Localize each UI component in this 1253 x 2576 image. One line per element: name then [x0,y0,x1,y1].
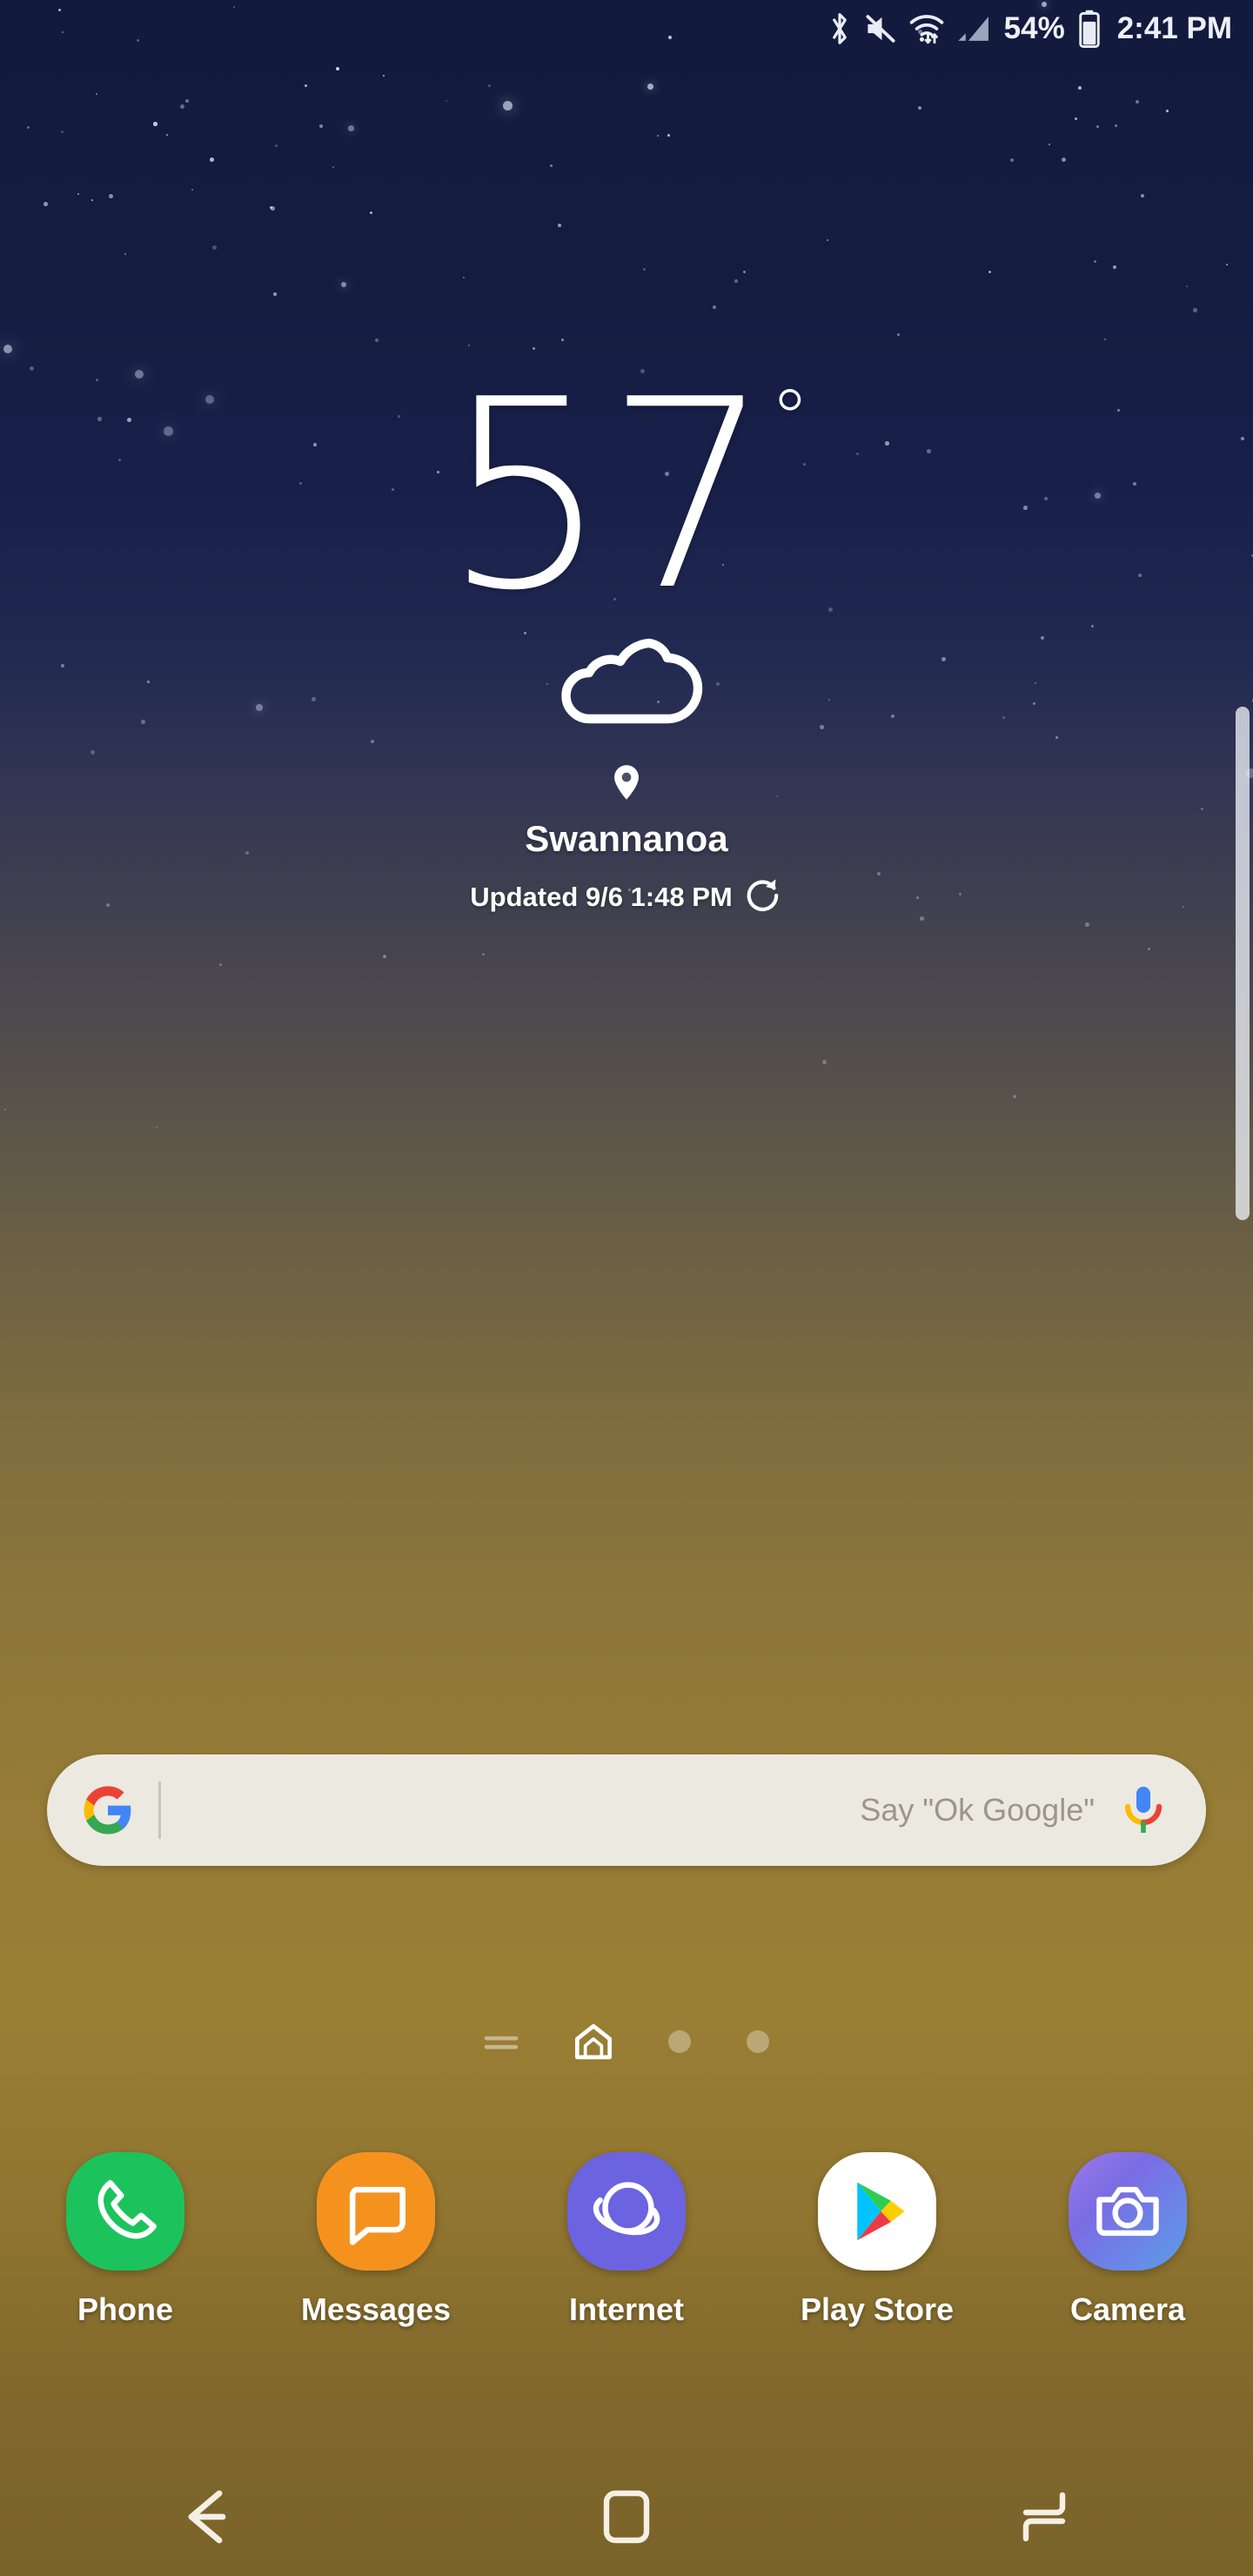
signal-icon [956,12,991,45]
phone-icon[interactable] [66,2152,184,2271]
page-indicator-dot-2[interactable] [747,2030,769,2053]
dock-app-label: Camera [1069,2291,1186,2327]
temperature-display: 57 ° [443,366,810,627]
app-dock: Phone Messages Internet Play Store Camer… [0,2152,1253,2328]
battery-icon [1076,10,1102,48]
degree-symbol: ° [769,372,810,466]
refresh-icon[interactable] [745,875,783,918]
dock-app-camera[interactable]: Camera [1002,2152,1253,2328]
cloudy-icon [542,630,711,730]
weather-updated-row[interactable]: Updated 9/6 1:48 PM [470,875,782,918]
camera-icon[interactable] [1069,2152,1187,2271]
dock-app-play-store[interactable]: Play Store [752,2152,1002,2328]
dock-app-phone[interactable]: Phone [0,2152,251,2328]
back-button[interactable] [122,2469,296,2565]
dock-app-label: Phone [77,2291,173,2327]
status-bar-clock: 2:41 PM [1116,11,1232,45]
weather-widget[interactable]: 57 ° Swannanoa Updated 9/6 1:48 PM [0,366,1253,918]
dock-app-label: Messages [300,2291,452,2327]
temperature-value: 57 [443,344,772,647]
page-indicator [0,2023,1253,2060]
home-button[interactable] [539,2469,714,2565]
page-indicator-feed[interactable] [484,2029,519,2054]
google-mic-icon[interactable] [1119,1783,1168,1837]
status-bar: 54% 2:41 PM [0,0,1253,57]
google-g-icon [82,1784,134,1836]
bluetooth-icon [827,11,853,46]
google-search-bar[interactable]: Say "Ok Google" [47,1754,1206,1866]
search-input[interactable]: Say "Ok Google" [161,1792,1119,1828]
page-indicator-home[interactable] [574,2023,613,2060]
navigation-bar [0,2458,1253,2576]
dock-app-label: Play Store [800,2291,955,2327]
home-screen: 54% 2:41 PM 57 ° Swannanoa Updated 9/6 1… [0,0,1253,2576]
location-pin-icon [612,763,641,806]
recents-button[interactable] [957,2469,1131,2565]
play-store-icon[interactable] [818,2152,936,2271]
dock-app-label: Internet [568,2291,684,2327]
page-indicator-dot-1[interactable] [668,2030,691,2053]
mute-icon [864,12,897,45]
messages-icon[interactable] [317,2152,435,2271]
dock-app-messages[interactable]: Messages [251,2152,501,2328]
wifi-icon [908,11,945,46]
weather-updated-text: Updated 9/6 1:48 PM [470,881,733,912]
internet-icon[interactable] [567,2152,686,2271]
battery-percent: 54% [1003,11,1065,45]
dock-app-internet[interactable]: Internet [501,2152,752,2328]
weather-location: Swannanoa [525,818,728,859]
